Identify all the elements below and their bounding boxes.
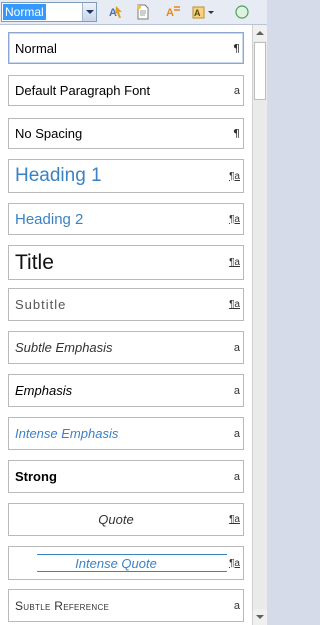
manage-styles-icon[interactable]: A [190,3,218,21]
style-label: Intense Quote [75,555,157,571]
paragraph-mark-icon: ¶ [233,127,240,140]
chevron-down-icon[interactable] [82,3,96,21]
apply-styles-icon[interactable]: A [106,3,126,21]
style-label: Heading 1 [15,165,102,186]
styles-toolbar: Normal A A A [0,0,267,25]
character-mark-icon: a [233,470,240,483]
style-label: Intense Emphasis [15,426,119,441]
style-item-no-spacing[interactable]: No Spacing ¶ [8,118,244,149]
style-label: Default Paragraph Font [15,83,151,98]
linked-mark-icon: ¶a [229,257,240,268]
style-item-heading-1[interactable]: Heading 1 ¶a [8,159,244,193]
style-inspector-icon[interactable]: A [163,3,183,21]
scrollbar-thumb[interactable] [254,42,266,100]
linked-mark-icon: ¶a [229,170,240,182]
style-item-quote[interactable]: Quote ¶a [8,503,244,536]
style-item-intense-quote[interactable]: Intense Quote ¶a [8,546,244,580]
style-label: Subtle Reference [15,598,110,613]
new-style-icon[interactable] [133,3,153,21]
style-item-subtle-reference[interactable]: Subtle Reference a [8,589,244,622]
svg-text:A: A [194,8,201,18]
linked-mark-icon: ¶a [229,213,240,225]
style-label: Heading 2 [15,210,84,228]
style-name-combobox[interactable]: Normal [1,2,97,22]
style-label: Strong [15,469,57,484]
style-label: Title [15,250,54,274]
character-mark-icon: a [233,599,240,612]
character-mark-icon: a [233,341,240,354]
svg-text:A: A [166,7,174,19]
style-label: Quote [98,512,134,527]
linked-mark-icon: ¶a [229,514,240,525]
style-item-default-paragraph-font[interactable]: Default Paragraph Font a [8,75,244,106]
style-item-emphasis[interactable]: Emphasis a [8,374,244,407]
paragraph-mark-icon: ¶ [233,41,240,55]
style-item-intense-emphasis[interactable]: Intense Emphasis a [8,417,244,450]
style-item-normal[interactable]: Normal ¶ [8,32,244,64]
style-item-heading-2[interactable]: Heading 2 ¶a [8,203,244,235]
styles-list: Normal ¶ Default Paragraph Font a No Spa… [0,25,252,625]
character-mark-icon: a [233,384,240,397]
style-label: Normal [15,40,57,56]
linked-mark-icon: ¶a [229,299,240,310]
character-mark-icon: a [233,427,240,440]
style-label: Emphasis [15,383,73,398]
linked-mark-icon: ¶a [229,557,240,569]
style-item-subtle-emphasis[interactable]: Subtle Emphasis a [8,331,244,364]
character-mark-icon: a [233,84,240,97]
style-name-value[interactable]: Normal [3,4,46,20]
style-label: Subtitle [15,297,67,312]
style-item-strong[interactable]: Strong a [8,460,244,493]
style-item-title[interactable]: Title ¶a [8,245,244,280]
style-label: Subtle Emphasis [15,340,113,355]
style-label: No Spacing [15,126,83,141]
style-item-subtitle[interactable]: Subtitle ¶a [8,288,244,321]
circle-icon[interactable] [232,3,252,21]
vertical-scrollbar[interactable] [252,25,267,625]
scroll-down-button[interactable] [253,609,267,625]
scroll-up-button[interactable] [253,25,267,41]
